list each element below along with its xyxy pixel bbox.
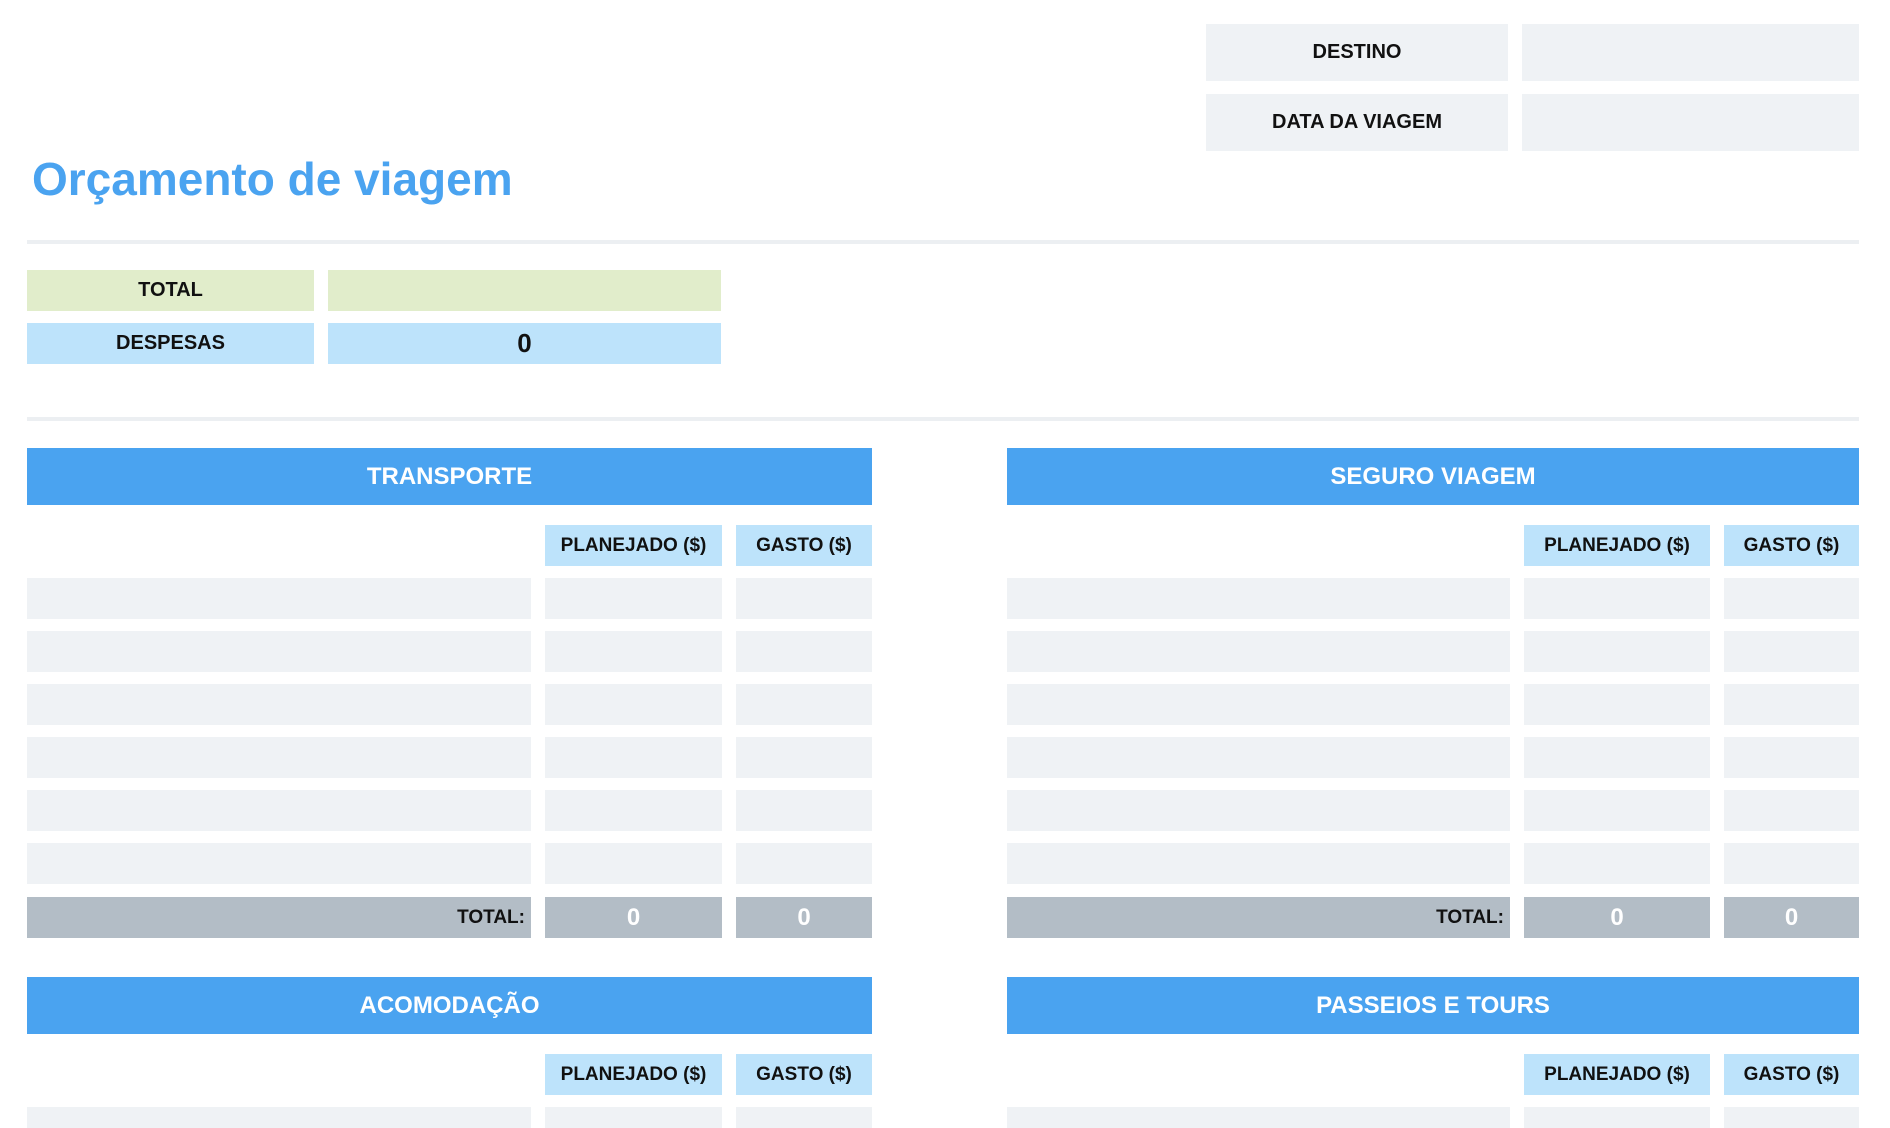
item-spent-cell[interactable] xyxy=(1724,737,1859,778)
item-spent-cell[interactable] xyxy=(736,631,872,672)
spent-column-header: GASTO ($) xyxy=(736,1054,872,1095)
total-spent: 0 xyxy=(1724,897,1859,938)
section-title-transporte: TRANSPORTE xyxy=(27,448,872,505)
item-description-cell[interactable] xyxy=(27,790,531,831)
item-description-cell[interactable] xyxy=(1007,843,1510,884)
item-planned-cell[interactable] xyxy=(1524,1107,1710,1128)
item-description-cell[interactable] xyxy=(1007,1107,1510,1128)
page-title: Orçamento de viagem xyxy=(32,153,513,205)
item-description-cell[interactable] xyxy=(1007,578,1510,619)
item-planned-cell[interactable] xyxy=(545,631,722,672)
planned-column-header: PLANEJADO ($) xyxy=(1524,1054,1710,1095)
item-description-cell[interactable] xyxy=(27,737,531,778)
planned-column-header: PLANEJADO ($) xyxy=(1524,525,1710,566)
total-planned: 0 xyxy=(1524,897,1710,938)
planned-column-header: PLANEJADO ($) xyxy=(545,1054,722,1095)
total-planned: 0 xyxy=(545,897,722,938)
item-spent-cell[interactable] xyxy=(1724,631,1859,672)
item-spent-cell[interactable] xyxy=(1724,790,1859,831)
item-spent-cell[interactable] xyxy=(736,684,872,725)
item-planned-cell[interactable] xyxy=(1524,578,1710,619)
section-total-label: TOTAL: xyxy=(27,897,531,938)
item-planned-cell[interactable] xyxy=(1524,843,1710,884)
item-planned-cell[interactable] xyxy=(545,790,722,831)
planned-column-header: PLANEJADO ($) xyxy=(545,525,722,566)
item-description-cell[interactable] xyxy=(27,631,531,672)
total-label: TOTAL xyxy=(27,270,314,311)
trip-date-field[interactable] xyxy=(1522,94,1859,151)
trip-date-label: DATA DA VIAGEM xyxy=(1206,94,1508,151)
item-description-cell[interactable] xyxy=(27,1107,531,1128)
section-title-passeios-e-tours: PASSEIOS E TOURS xyxy=(1007,977,1859,1034)
item-planned-cell[interactable] xyxy=(1524,790,1710,831)
item-planned-cell[interactable] xyxy=(545,737,722,778)
item-spent-cell[interactable] xyxy=(1724,843,1859,884)
total-value[interactable] xyxy=(328,270,721,311)
item-planned-cell[interactable] xyxy=(1524,684,1710,725)
item-spent-cell[interactable] xyxy=(736,1107,872,1128)
item-spent-cell[interactable] xyxy=(1724,684,1859,725)
section-title-seguro-viagem: SEGURO VIAGEM xyxy=(1007,448,1859,505)
item-description-cell[interactable] xyxy=(27,684,531,725)
item-spent-cell[interactable] xyxy=(736,578,872,619)
spent-column-header: GASTO ($) xyxy=(1724,1054,1859,1095)
item-spent-cell[interactable] xyxy=(736,790,872,831)
spent-column-header: GASTO ($) xyxy=(1724,525,1859,566)
total-spent: 0 xyxy=(736,897,872,938)
item-planned-cell[interactable] xyxy=(545,843,722,884)
item-planned-cell[interactable] xyxy=(545,684,722,725)
item-description-cell[interactable] xyxy=(27,578,531,619)
item-spent-cell[interactable] xyxy=(1724,578,1859,619)
divider xyxy=(27,417,1859,421)
item-planned-cell[interactable] xyxy=(1524,737,1710,778)
item-description-cell[interactable] xyxy=(27,843,531,884)
section-title-acomodacao: ACOMODAÇÃO xyxy=(27,977,872,1034)
item-description-cell[interactable] xyxy=(1007,684,1510,725)
item-planned-cell[interactable] xyxy=(545,578,722,619)
item-spent-cell[interactable] xyxy=(736,843,872,884)
spent-column-header: GASTO ($) xyxy=(736,525,872,566)
item-planned-cell[interactable] xyxy=(545,1107,722,1128)
item-spent-cell[interactable] xyxy=(736,737,872,778)
expenses-value[interactable]: 0 xyxy=(328,323,721,364)
item-planned-cell[interactable] xyxy=(1524,631,1710,672)
item-spent-cell[interactable] xyxy=(1724,1107,1859,1128)
section-total-label: TOTAL: xyxy=(1007,897,1510,938)
item-description-cell[interactable] xyxy=(1007,737,1510,778)
divider xyxy=(27,240,1859,244)
item-description-cell[interactable] xyxy=(1007,790,1510,831)
expenses-label: DESPESAS xyxy=(27,323,314,364)
destination-label: DESTINO xyxy=(1206,24,1508,81)
item-description-cell[interactable] xyxy=(1007,631,1510,672)
destination-field[interactable] xyxy=(1522,24,1859,81)
